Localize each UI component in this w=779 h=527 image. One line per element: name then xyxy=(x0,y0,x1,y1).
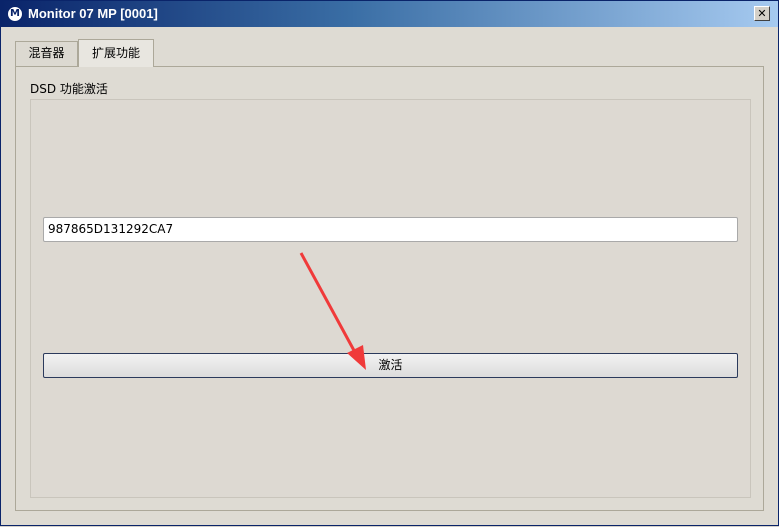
app-window: M Monitor 07 MP [0001] ✕ 混音器 扩展功能 DSD 功能… xyxy=(0,0,779,526)
annotation-arrow-icon xyxy=(299,252,366,370)
